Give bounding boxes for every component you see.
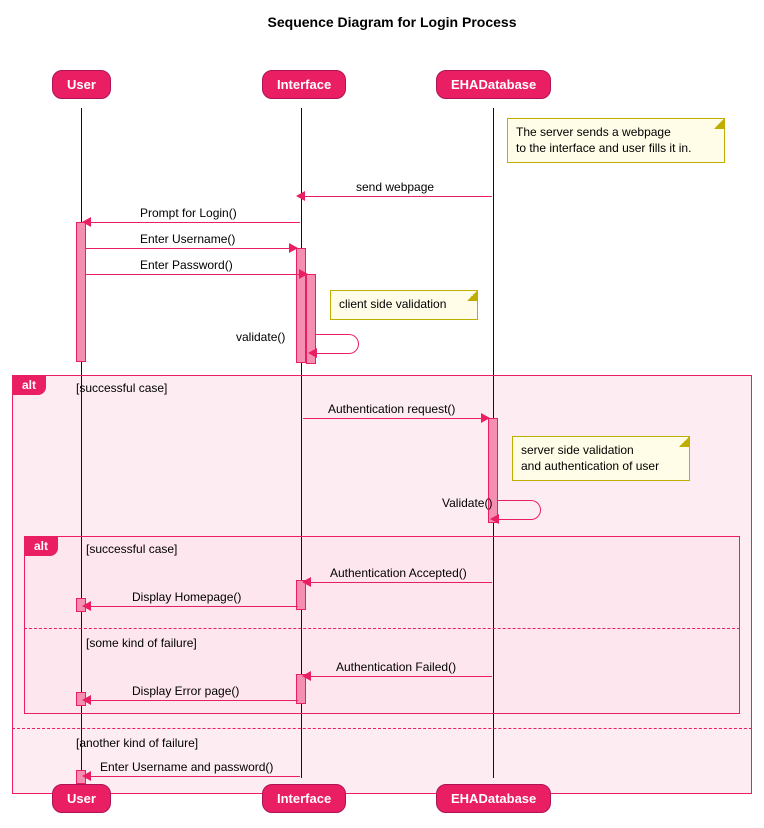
alt-outer-guard2: [another kind of failure] [76, 736, 198, 750]
msg-enter-password: Enter Password() [140, 258, 233, 272]
msg-display-home: Display Homepage() [132, 590, 241, 604]
msg-validate-server: Validate() [442, 496, 492, 510]
note-line: and authentication of user [521, 459, 659, 473]
msg-prompt-login: Prompt for Login() [140, 206, 237, 220]
alt-inner-guard1: [successful case] [86, 542, 177, 556]
participant-user-bottom: User [52, 784, 111, 813]
diagram-title: Sequence Diagram for Login Process [10, 14, 764, 30]
participant-user-top: User [52, 70, 111, 99]
msg-display-error: Display Error page() [132, 684, 239, 698]
msg-enter-username: Enter Username() [140, 232, 235, 246]
msg-auth-accepted: Authentication Accepted() [330, 566, 467, 580]
alt-inner-guard2: [some kind of failure] [86, 636, 197, 650]
msg-validate-client: validate() [236, 330, 285, 344]
note-webpage: The server sends a webpage to the interf… [507, 118, 725, 163]
alt-outer-tag: alt [12, 375, 46, 395]
alt-inner-tag: alt [24, 536, 58, 556]
participant-interface-bottom: Interface [262, 784, 346, 813]
participant-database-bottom: EHADatabase [436, 784, 551, 813]
msg-auth-failed: Authentication Failed() [336, 660, 456, 674]
note-client-validation: client side validation [330, 290, 478, 320]
alt-outer-divider [12, 728, 752, 729]
msg-auth-request: Authentication request() [328, 402, 455, 416]
note-line: to the interface and user fills it in. [516, 141, 691, 155]
activation-interface-1 [296, 248, 306, 363]
participant-interface-top: Interface [262, 70, 346, 99]
note-server-validation: server side validation and authenticatio… [512, 436, 690, 481]
msg-enter-upass: Enter Username and password() [100, 760, 273, 774]
alt-outer-guard1: [successful case] [76, 381, 167, 395]
msg-send-webpage: send webpage [356, 180, 434, 194]
alt-inner-divider [24, 628, 740, 629]
activation-user-1 [76, 222, 86, 362]
note-line: The server sends a webpage [516, 125, 671, 139]
sequence-diagram: User Interface EHADatabase User Interfac… [10, 38, 754, 818]
participant-database-top: EHADatabase [436, 70, 551, 99]
note-line: server side validation [521, 443, 634, 457]
